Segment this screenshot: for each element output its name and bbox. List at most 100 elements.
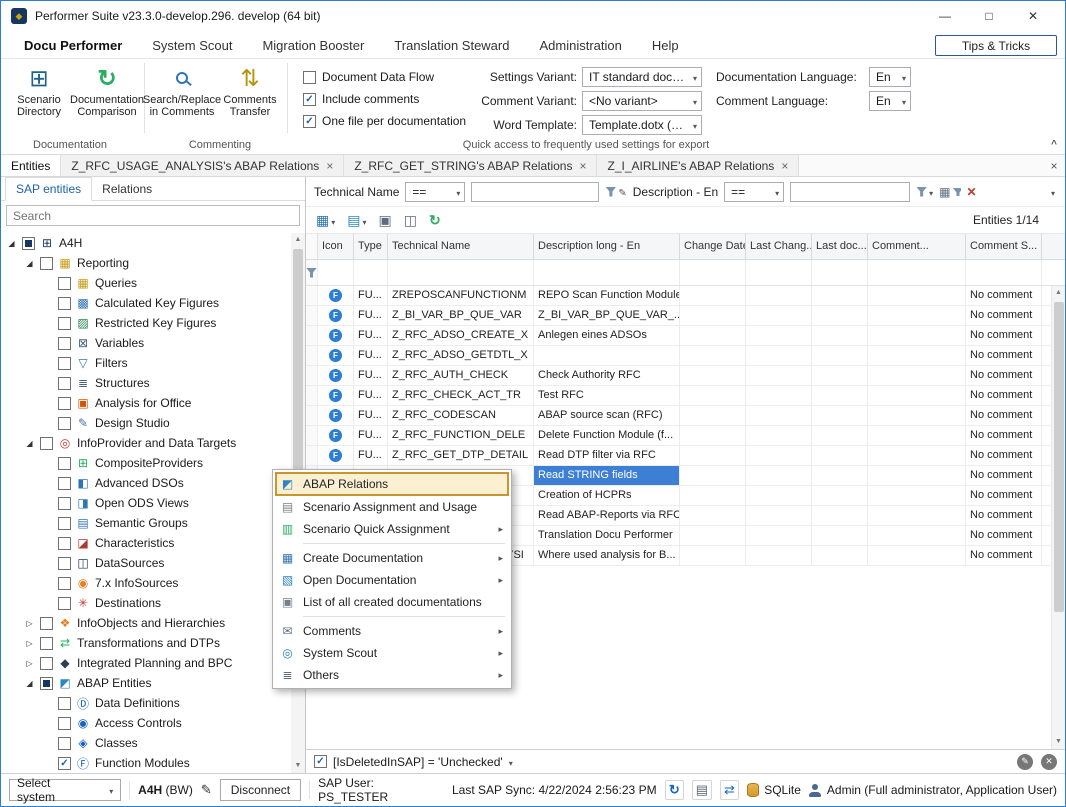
close-tab-icon[interactable]: × [579,159,586,173]
filter-op2-combo[interactable]: == [724,182,784,202]
tree-item-infoprovider-and-data-targets[interactable]: ◎InfoProvider and Data Targets [1,433,291,453]
create-documentation-icon[interactable]: ▦ [316,212,335,229]
menu-item-comments[interactable]: ✉Comments [275,620,509,642]
expand-open-icon[interactable] [23,259,36,268]
tree-item-open-ods-views[interactable]: ◨Open ODS Views [1,493,291,513]
expand-closed-icon[interactable] [23,659,36,668]
filter-cell[interactable] [354,260,388,285]
tree-item-integrated-planning-and-bpc[interactable]: ◆Integrated Planning and BPC [1,653,291,673]
expand-open-icon[interactable] [5,239,18,248]
scroll-up-icon[interactable]: ▲ [295,233,302,247]
tree-item-a4h[interactable]: ⊞A4H [1,233,291,253]
connection-icon[interactable]: ✎ [201,782,212,798]
filter-funnel-icon[interactable] [916,185,933,199]
checkbox-one-file-per-documentation[interactable]: One file per documentation [303,114,467,128]
column-header-last-doc[interactable]: Last doc.... [812,234,868,259]
checkbox[interactable] [58,357,71,370]
tree-item-variables[interactable]: ⊠Variables [1,333,291,353]
checkbox[interactable] [58,577,71,590]
sync-icon[interactable]: ↻ [665,780,685,800]
tree-item-advanced-dsos[interactable]: ◧Advanced DSOs [1,473,291,493]
checkbox[interactable] [58,337,71,350]
checkbox[interactable] [40,677,53,690]
filter-cell[interactable] [388,260,534,285]
close-tab-icon[interactable]: × [326,159,333,173]
close-filter-icon[interactable] [1041,754,1057,770]
tab-relations[interactable]: Relations [92,178,162,200]
checkbox[interactable] [22,237,35,250]
expand-open-icon[interactable] [23,679,36,688]
checkbox[interactable] [58,397,71,410]
menu-item-list-of-all-created-documentations[interactable]: ▣List of all created documentations [275,591,509,613]
document-tab-z-i-airline-s-abap-relations[interactable]: Z_I_AIRLINE's ABAP Relations× [597,155,799,176]
checkbox[interactable] [40,637,53,650]
tree-item-compositeproviders[interactable]: ⊞CompositeProviders [1,453,291,473]
tree-item-function-modules[interactable]: ⒻFunction Modules [1,753,291,773]
tree-item-analysis-for-office[interactable]: ▣Analysis for Office [1,393,291,413]
expand-open-icon[interactable] [23,439,36,448]
checkbox[interactable] [58,717,71,730]
ribbon-tab-help[interactable]: Help [637,33,694,58]
word-template-combo[interactable]: Template.dotx (Local) [582,115,702,135]
checkbox[interactable] [40,617,53,630]
transfer-icon[interactable]: ⇄ [720,780,740,800]
filter-cell[interactable] [966,260,1042,285]
log-icon[interactable]: ▤ [692,780,712,800]
tree-item-data-definitions[interactable]: ⒹData Definitions [1,693,291,713]
menu-item-system-scout[interactable]: ◎System Scout [275,642,509,664]
ribbon-tab-migration-booster[interactable]: Migration Booster [247,33,379,58]
scroll-up-icon[interactable]: ▲ [1055,286,1062,300]
checkbox[interactable] [58,297,71,310]
filter-cell[interactable] [812,260,868,285]
minimize-button[interactable]: — [923,9,967,23]
checkbox[interactable] [58,737,71,750]
checkbox[interactable] [58,317,71,330]
ribbon-tab-docu-performer[interactable]: Docu Performer [9,33,137,58]
ribbon-tab-administration[interactable]: Administration [524,33,636,58]
filter-cell[interactable] [318,260,354,285]
checkbox[interactable] [58,497,71,510]
document-tab-entities[interactable]: Entities [1,155,61,176]
search-input[interactable] [6,205,300,226]
grid-scrollbar[interactable]: ▲ ▼ [1051,286,1065,749]
ribbon-tab-system-scout[interactable]: System Scout [137,33,247,58]
checkbox-document-data-flow[interactable]: Document Data Flow [303,70,467,84]
expand-closed-icon[interactable] [23,619,36,628]
ribbon-collapse-icon[interactable] [1051,139,1057,150]
menu-item-abap-relations[interactable]: ◩ABAP Relations [275,472,509,496]
column-filter-icon[interactable]: ▦ [939,185,960,199]
checkbox[interactable] [58,557,71,570]
filter-cell[interactable] [680,260,746,285]
menu-item-scenario-quick-assignment[interactable]: ▥Scenario Quick Assignment [275,518,509,540]
refresh-icon[interactable]: ↻ [429,212,441,229]
checkbox[interactable] [40,657,53,670]
tree-item-characteristics[interactable]: ◪Characteristics [1,533,291,553]
checkbox[interactable] [58,517,71,530]
column-header-description-long-en[interactable]: Description long - En [534,234,680,259]
tree-item-queries[interactable]: ▦Queries [1,273,291,293]
checkbox[interactable] [58,377,71,390]
tree-item-classes[interactable]: ◈Classes [1,733,291,753]
comment-language-combo[interactable]: En [869,91,911,111]
table-row[interactable]: FFU...ZREPOSCANFUNCTIONMREPO Scan Functi… [306,286,1065,306]
open-documentation-icon[interactable]: ▤ [347,212,366,229]
menu-item-scenario-assignment-and-usage[interactable]: ▤Scenario Assignment and Usage [275,496,509,518]
tree-item-calculated-key-figures[interactable]: ▩Calculated Key Figures [1,293,291,313]
filter-dropdown-icon[interactable] [509,755,513,769]
maximize-button[interactable]: □ [967,9,1011,23]
grid-options-dropdown-icon[interactable] [1051,185,1057,199]
tips-tricks-button[interactable]: Tips & Tricks [935,35,1057,56]
checkbox-include-comments[interactable]: Include comments [303,92,467,106]
filter-op1-combo[interactable]: == [405,182,465,202]
checkbox[interactable] [40,257,53,270]
tree-item-design-studio[interactable]: ✎Design Studio [1,413,291,433]
clear-filter-icon[interactable] [967,185,977,199]
filter-value1-input[interactable] [471,182,599,202]
checkbox[interactable] [58,537,71,550]
checkbox[interactable] [58,697,71,710]
tree-item-semantic-groups[interactable]: ▤Semantic Groups [1,513,291,533]
checkbox[interactable] [58,457,71,470]
expand-closed-icon[interactable] [23,639,36,648]
filter-funnel-edit-icon[interactable] [605,185,626,199]
scroll-down-icon[interactable]: ▼ [1055,735,1062,749]
